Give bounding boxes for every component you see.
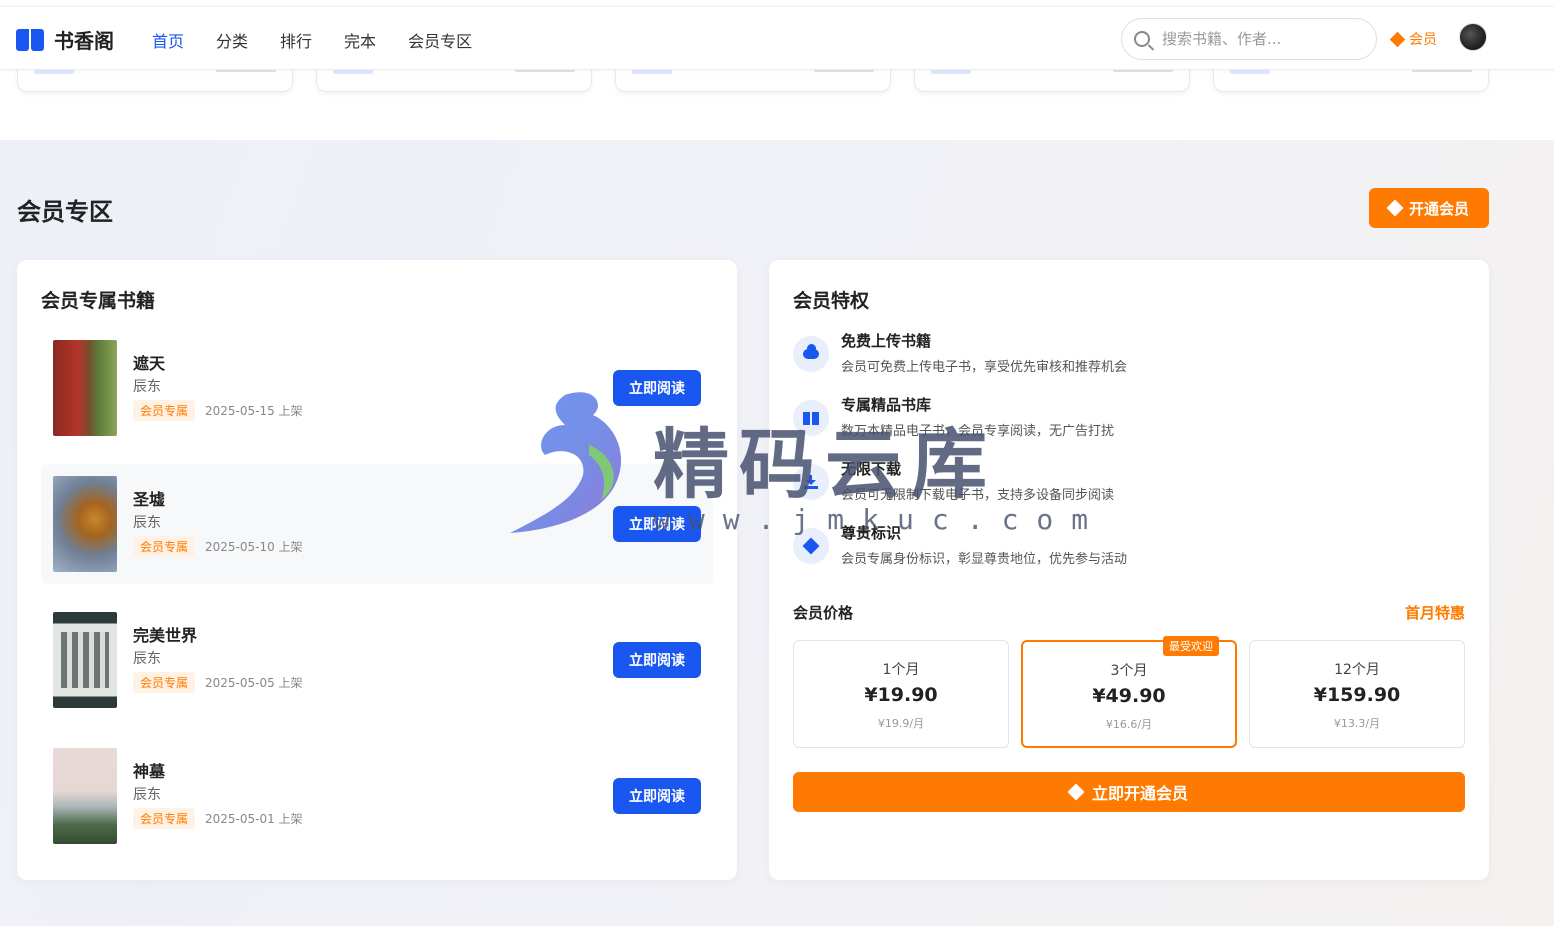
read-now-button[interactable]: 立即阅读	[613, 642, 701, 678]
book-icon	[793, 400, 829, 436]
privilege-item: 尊贵标识 会员专属身份标识，彰显尊贵地位，优先参与活动	[793, 522, 1453, 578]
download-icon	[793, 464, 829, 500]
book-author: 辰东	[133, 651, 161, 667]
diamond-icon	[1386, 199, 1404, 217]
member-books-panel: 会员专属书籍 遮天 辰东 会员专属 2025-05-15 上架 立即阅读 圣墟 …	[17, 260, 737, 880]
book-author: 辰东	[133, 379, 161, 395]
plan-3-months[interactable]: 最受欢迎 3个月 ¥49.90 ¥16.6/月	[1021, 636, 1237, 748]
plan-name: 1个月	[882, 662, 920, 678]
book-date: 2025-05-01 上架	[205, 812, 303, 826]
member-badge: 会员专属	[133, 672, 196, 693]
panel-title: 会员特权	[793, 290, 870, 312]
cloud-upload-icon	[793, 336, 829, 372]
book-logo-icon	[16, 28, 44, 51]
first-month-promo[interactable]: 首月特惠	[1405, 602, 1465, 623]
book-cover[interactable]	[53, 340, 117, 436]
member-section: 会员专区 开通会员 会员专属书籍 遮天 辰东 会员专属 2025-05-15 上…	[0, 140, 1554, 926]
privilege-item: 无限下载 会员可无限制下载电子书，支持多设备同步阅读	[793, 458, 1453, 514]
search-input[interactable]	[1162, 30, 1362, 48]
privilege-item: 免费上传书籍 会员可免费上传电子书，享受优先审核和推荐机会	[793, 330, 1453, 386]
search-icon[interactable]	[1134, 31, 1150, 47]
nav-category[interactable]: 分类	[216, 28, 248, 52]
popular-badge: 最受欢迎	[1163, 636, 1219, 656]
nav-ranking[interactable]: 排行	[280, 28, 312, 52]
plan-per-month: ¥19.9/月	[877, 717, 925, 730]
plan-1-month[interactable]: 1个月 ¥19.90 ¥19.9/月	[793, 640, 1009, 748]
nav-member-zone[interactable]: 会员专区	[408, 28, 472, 52]
main-nav: 首页 分类 排行 完本 会员专区	[152, 28, 472, 52]
book-row[interactable]: 遮天 辰东 会员专属 2025-05-15 上架 立即阅读	[41, 328, 713, 448]
member-privileges-panel: 会员特权 免费上传书籍 会员可免费上传电子书，享受优先审核和推荐机会 专属精品书…	[769, 260, 1489, 880]
member-badge: 会员专属	[133, 400, 196, 421]
plan-12-months[interactable]: 12个月 ¥159.90 ¥13.3/月	[1249, 640, 1465, 748]
nav-completed[interactable]: 完本	[344, 28, 376, 52]
open-vip-label: 开通会员	[1408, 200, 1469, 218]
search-box	[1121, 18, 1377, 60]
book-date: 2025-05-05 上架	[205, 676, 303, 690]
buy-membership-button[interactable]: 立即开通会员	[793, 772, 1465, 812]
book-author: 辰东	[133, 515, 161, 531]
user-avatar[interactable]	[1459, 23, 1487, 51]
book-author: 辰东	[133, 787, 161, 803]
privilege-title: 免费上传书籍	[841, 332, 932, 350]
top-header: 书香阁 首页 分类 排行 完本 会员专区 会员	[0, 6, 1554, 70]
book-title[interactable]: 完美世界	[133, 622, 197, 646]
price-label: 会员价格	[793, 604, 854, 622]
plan-price: ¥159.90	[1313, 684, 1401, 706]
book-title[interactable]: 圣墟	[133, 486, 165, 510]
book-cover[interactable]	[53, 612, 117, 708]
read-now-button[interactable]: 立即阅读	[613, 506, 701, 542]
panel-title: 会员专属书籍	[41, 290, 156, 312]
plan-name: 3个月	[1110, 663, 1148, 679]
book-cover[interactable]	[53, 476, 117, 572]
section-title: 会员专区	[17, 198, 113, 226]
book-title[interactable]: 遮天	[133, 350, 165, 374]
logo-text: 书香阁	[54, 29, 114, 53]
nav-home[interactable]: 首页	[152, 28, 184, 52]
buy-label: 立即开通会员	[1091, 786, 1188, 803]
book-date: 2025-05-15 上架	[205, 404, 303, 418]
plan-name: 12个月	[1334, 662, 1380, 678]
book-row[interactable]: 神墓 辰东 会员专属 2025-05-01 上架 立即阅读	[41, 736, 713, 856]
diamond-icon	[1067, 783, 1085, 801]
privilege-desc: 会员专属身份标识，彰显尊贵地位，优先参与活动	[841, 552, 1128, 567]
plan-price: ¥19.90	[864, 684, 938, 706]
book-row[interactable]: 完美世界 辰东 会员专属 2025-05-05 上架 立即阅读	[41, 600, 713, 720]
plan-per-month: ¥16.6/月	[1105, 718, 1153, 731]
privilege-title: 无限下载	[841, 460, 902, 478]
book-date: 2025-05-10 上架	[205, 540, 303, 554]
plan-price: ¥49.90	[1092, 685, 1166, 707]
read-now-button[interactable]: 立即阅读	[613, 370, 701, 406]
privilege-title: 专属精品书库	[841, 396, 932, 414]
read-now-button[interactable]: 立即阅读	[613, 778, 701, 814]
book-cover[interactable]	[53, 748, 117, 844]
gem-icon	[793, 528, 829, 564]
open-vip-button[interactable]: 开通会员	[1369, 188, 1489, 228]
diamond-icon	[1389, 31, 1406, 47]
privilege-item: 专属精品书库 数万本精品电子书，会员专享阅读，无广告打扰	[793, 394, 1453, 450]
vip-link[interactable]: 会员	[1389, 29, 1437, 49]
vip-label: 会员	[1409, 32, 1437, 48]
privilege-title: 尊贵标识	[841, 524, 902, 542]
privilege-desc: 会员可无限制下载电子书，支持多设备同步阅读	[841, 488, 1115, 503]
book-title[interactable]: 神墓	[133, 758, 165, 782]
member-badge: 会员专属	[133, 808, 196, 829]
privilege-desc: 会员可免费上传电子书，享受优先审核和推荐机会	[841, 360, 1128, 375]
plan-per-month: ¥13.3/月	[1333, 717, 1381, 730]
member-badge: 会员专属	[133, 536, 196, 557]
privilege-desc: 数万本精品电子书，会员专享阅读，无广告打扰	[841, 424, 1115, 439]
site-logo[interactable]: 书香阁	[16, 25, 114, 54]
book-row[interactable]: 圣墟 辰东 会员专属 2025-05-10 上架 立即阅读	[41, 464, 713, 584]
